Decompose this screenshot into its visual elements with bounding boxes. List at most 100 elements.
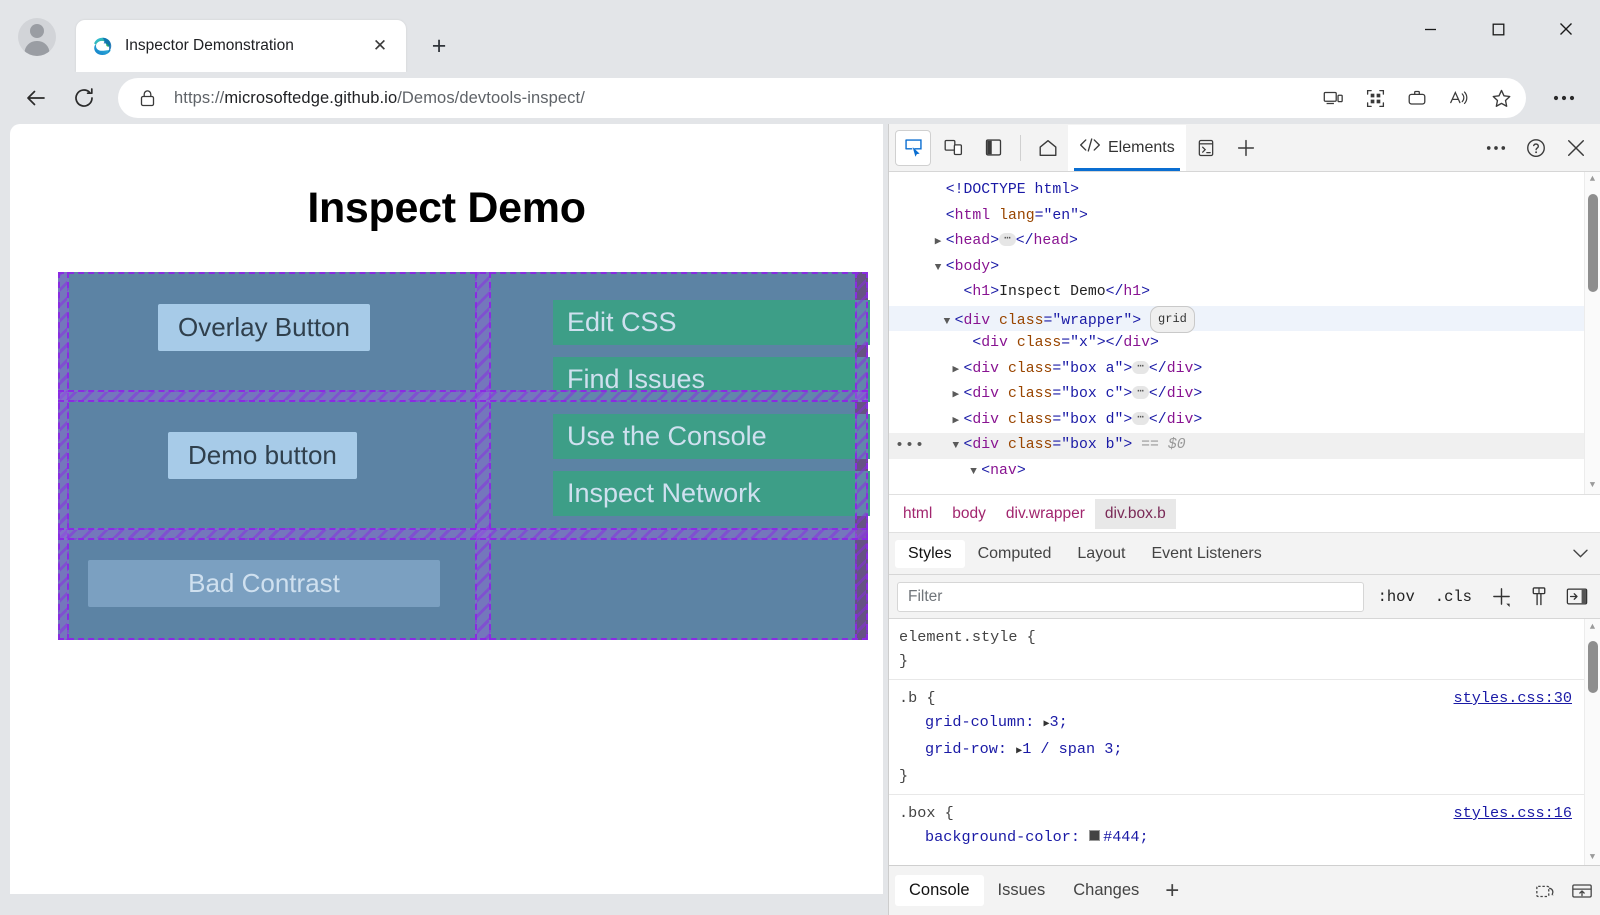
- dock-sidebar-icon[interactable]: [975, 130, 1011, 166]
- css-value[interactable]: 3;: [1050, 713, 1068, 731]
- dom-node-row[interactable]: ▶ <div class="box a"> ⋯ </div>: [889, 357, 1600, 383]
- dom-node-row[interactable]: ▶ <div class="box c"> ⋯ </div>: [889, 382, 1600, 408]
- css-rule-box[interactable]: styles.css:16 .box { background-color: #…: [889, 795, 1600, 855]
- breadcrumb[interactable]: html body div.wrapper div.box.b: [889, 495, 1600, 533]
- css-source-link[interactable]: styles.css:30: [1454, 686, 1572, 710]
- css-declaration[interactable]: grid-column: ▶3;: [899, 710, 1584, 737]
- overlay-button[interactable]: Overlay Button: [158, 304, 370, 351]
- breadcrumb-div-box-b[interactable]: div.box.b: [1094, 498, 1176, 529]
- dom-tree-scrollbar[interactable]: ▲ ▼: [1584, 172, 1600, 494]
- settings-more-icon[interactable]: [1542, 76, 1586, 120]
- drawer-tab-console[interactable]: Console: [895, 875, 984, 906]
- scroll-down-arrow[interactable]: ▼: [1585, 478, 1600, 494]
- new-style-rule-icon[interactable]: [1486, 583, 1516, 611]
- dom-node-row[interactable]: ••• ▼ <div class="box b"> == $0: [889, 433, 1600, 459]
- collapsed-children-icon[interactable]: ⋯: [1132, 360, 1149, 374]
- tab-elements[interactable]: Elements: [1068, 124, 1186, 171]
- dom-node-row[interactable]: <h1>Inspect Demo</h1>: [889, 280, 1600, 306]
- demo-button[interactable]: Demo button: [168, 432, 357, 479]
- dom-node-row[interactable]: ▶ <div class="box d"> ⋯ </div>: [889, 408, 1600, 434]
- browser-tab[interactable]: Inspector Demonstration ✕: [76, 20, 406, 72]
- class-toggle-button[interactable]: .cls: [1429, 586, 1478, 608]
- breadcrumb-div-wrapper[interactable]: div.wrapper: [996, 499, 1095, 529]
- close-tab-icon[interactable]: ✕: [366, 32, 394, 60]
- css-rules-pane[interactable]: element.style { } styles.css:30 .b { gri…: [889, 619, 1600, 865]
- help-icon[interactable]: [1518, 130, 1554, 166]
- collapsed-children-icon[interactable]: ⋯: [999, 233, 1016, 246]
- dom-node-row[interactable]: ▼ <body>: [889, 255, 1600, 281]
- more-tools-icon[interactable]: [1478, 130, 1514, 166]
- dom-node-row[interactable]: ▶ <head> ⋯ </head>: [889, 229, 1600, 255]
- tab-styles[interactable]: Styles: [895, 539, 965, 568]
- minimize-button[interactable]: [1396, 0, 1464, 58]
- drawer-tab-issues[interactable]: Issues: [984, 875, 1060, 906]
- css-pane-scrollbar[interactable]: ▲ ▼: [1584, 619, 1600, 865]
- twisty-toggle-icon[interactable]: ▶: [953, 409, 964, 435]
- toggle-element-state-icon[interactable]: [1524, 583, 1554, 611]
- color-swatch-icon[interactable]: [1089, 830, 1101, 841]
- scrollbar-thumb[interactable]: [1588, 641, 1598, 693]
- close-devtools-icon[interactable]: [1558, 130, 1594, 166]
- collections-grid-icon[interactable]: [1356, 81, 1394, 115]
- dom-node-row[interactable]: ▼ <div class="wrapper"> grid: [889, 305, 1600, 333]
- console-drawer-icon[interactable]: [1188, 130, 1224, 166]
- back-icon[interactable]: [14, 76, 58, 120]
- close-window-button[interactable]: [1532, 0, 1600, 58]
- dom-node-row[interactable]: <!DOCTYPE html>: [889, 178, 1600, 204]
- hover-state-button[interactable]: :hov: [1372, 586, 1421, 608]
- cast-icon[interactable]: [1314, 81, 1352, 115]
- add-panel-button[interactable]: [1228, 130, 1264, 166]
- collapsed-children-icon[interactable]: ⋯: [1132, 411, 1149, 425]
- drawer-tab-changes[interactable]: Changes: [1059, 875, 1153, 906]
- computed-sidebar-icon[interactable]: [1562, 583, 1592, 611]
- css-value[interactable]: #444;: [1103, 828, 1149, 846]
- scrollbar-thumb[interactable]: [1588, 194, 1598, 292]
- read-aloud-icon[interactable]: [1440, 81, 1478, 115]
- profile-button[interactable]: [14, 14, 60, 60]
- browser-essentials-icon[interactable]: [1398, 81, 1436, 115]
- nav-link-use-console[interactable]: Use the Console: [553, 414, 870, 459]
- nav-link-inspect-network[interactable]: Inspect Network: [553, 471, 870, 516]
- breadcrumb-body[interactable]: body: [942, 499, 996, 529]
- css-rule-element-style[interactable]: element.style { }: [889, 619, 1600, 680]
- node-more-icon[interactable]: •••: [895, 433, 925, 459]
- nav-link-edit-css[interactable]: Edit CSS: [553, 300, 870, 345]
- welcome-home-icon[interactable]: [1030, 130, 1066, 166]
- twisty-toggle-icon[interactable]: ▼: [953, 434, 964, 460]
- css-declaration[interactable]: grid-row: ▶1 / span 3;: [899, 737, 1584, 764]
- new-tab-button[interactable]: +: [420, 27, 458, 65]
- scroll-up-arrow[interactable]: ▲: [1585, 172, 1600, 188]
- maximize-button[interactable]: [1464, 0, 1532, 58]
- tab-computed[interactable]: Computed: [965, 540, 1065, 568]
- twisty-toggle-icon[interactable]: ▶: [953, 383, 964, 409]
- dom-tree[interactable]: <!DOCTYPE html> <html lang="en"> ▶ <head>…: [889, 172, 1600, 495]
- scroll-down-arrow[interactable]: ▼: [1585, 849, 1600, 865]
- css-value[interactable]: 1 / span 3;: [1022, 740, 1122, 758]
- filter-input[interactable]: [897, 581, 1364, 612]
- reload-icon[interactable]: [62, 76, 106, 120]
- tab-event-listeners[interactable]: Event Listeners: [1138, 540, 1274, 568]
- drawer-add-tab-button[interactable]: +: [1153, 877, 1191, 905]
- dom-node-row[interactable]: <div class="x"></div>: [889, 331, 1600, 357]
- dom-node-row[interactable]: ▼ <nav>: [889, 459, 1600, 485]
- chevron-down-icon[interactable]: [1573, 545, 1588, 562]
- move-to-top-icon[interactable]: [1564, 875, 1600, 907]
- twisty-toggle-icon[interactable]: ▼: [935, 256, 946, 282]
- restore-drawer-icon[interactable]: [1528, 875, 1564, 907]
- css-rule-b[interactable]: styles.css:30 .b { grid-column: ▶3; grid…: [889, 680, 1600, 795]
- twisty-toggle-icon[interactable]: ▶: [935, 230, 946, 256]
- inspect-element-icon[interactable]: [895, 129, 931, 166]
- device-emulation-icon[interactable]: [935, 130, 971, 166]
- dom-node-row[interactable]: <html lang="en">: [889, 204, 1600, 230]
- css-declaration[interactable]: background-color: #444;: [899, 825, 1584, 849]
- collapsed-children-icon[interactable]: ⋯: [1132, 386, 1149, 399]
- scroll-up-arrow[interactable]: ▲: [1585, 619, 1600, 635]
- twisty-toggle-icon[interactable]: ▶: [953, 358, 964, 384]
- bad-contrast-button[interactable]: Bad Contrast: [88, 560, 440, 607]
- tab-layout[interactable]: Layout: [1064, 540, 1138, 568]
- favorite-star-icon[interactable]: [1482, 81, 1520, 115]
- address-bar[interactable]: https://microsoftedge.github.io/Demos/de…: [118, 78, 1526, 118]
- css-source-link[interactable]: styles.css:16: [1454, 801, 1572, 825]
- breadcrumb-html[interactable]: html: [893, 499, 942, 529]
- grid-badge[interactable]: grid: [1150, 305, 1195, 333]
